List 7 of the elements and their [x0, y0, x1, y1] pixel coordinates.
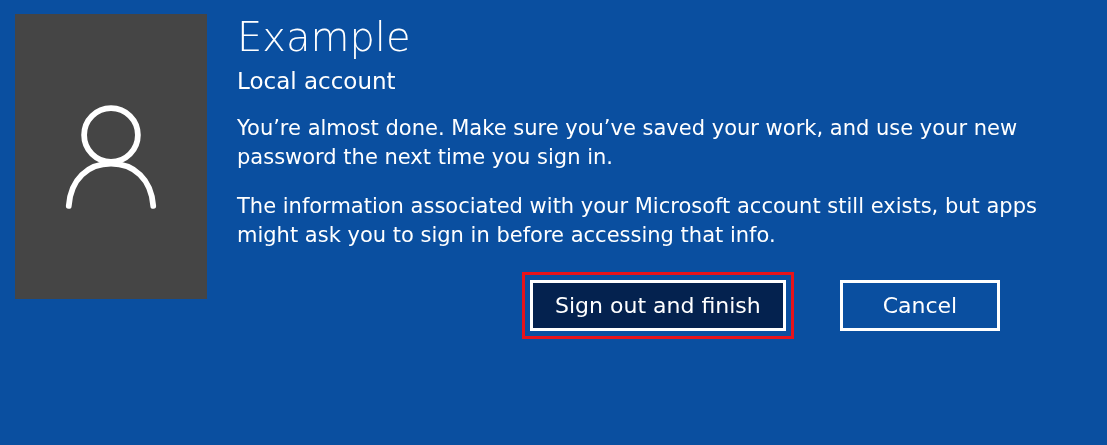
sign-out-button[interactable]: Sign out and finish — [530, 280, 786, 331]
cancel-button[interactable]: Cancel — [839, 280, 1001, 331]
user-icon — [63, 103, 159, 210]
account-name: Example — [237, 14, 412, 60]
message-text: You’re almost done. Make sure you’ve saved your work, and use your new password the next time you sign in. — [237, 115, 1019, 171]
account-type: Local account — [237, 68, 397, 94]
message-text: The information associated with your Microsoft account still exists, but apps might ask you to sign in before accessing that info. — [237, 193, 1038, 249]
